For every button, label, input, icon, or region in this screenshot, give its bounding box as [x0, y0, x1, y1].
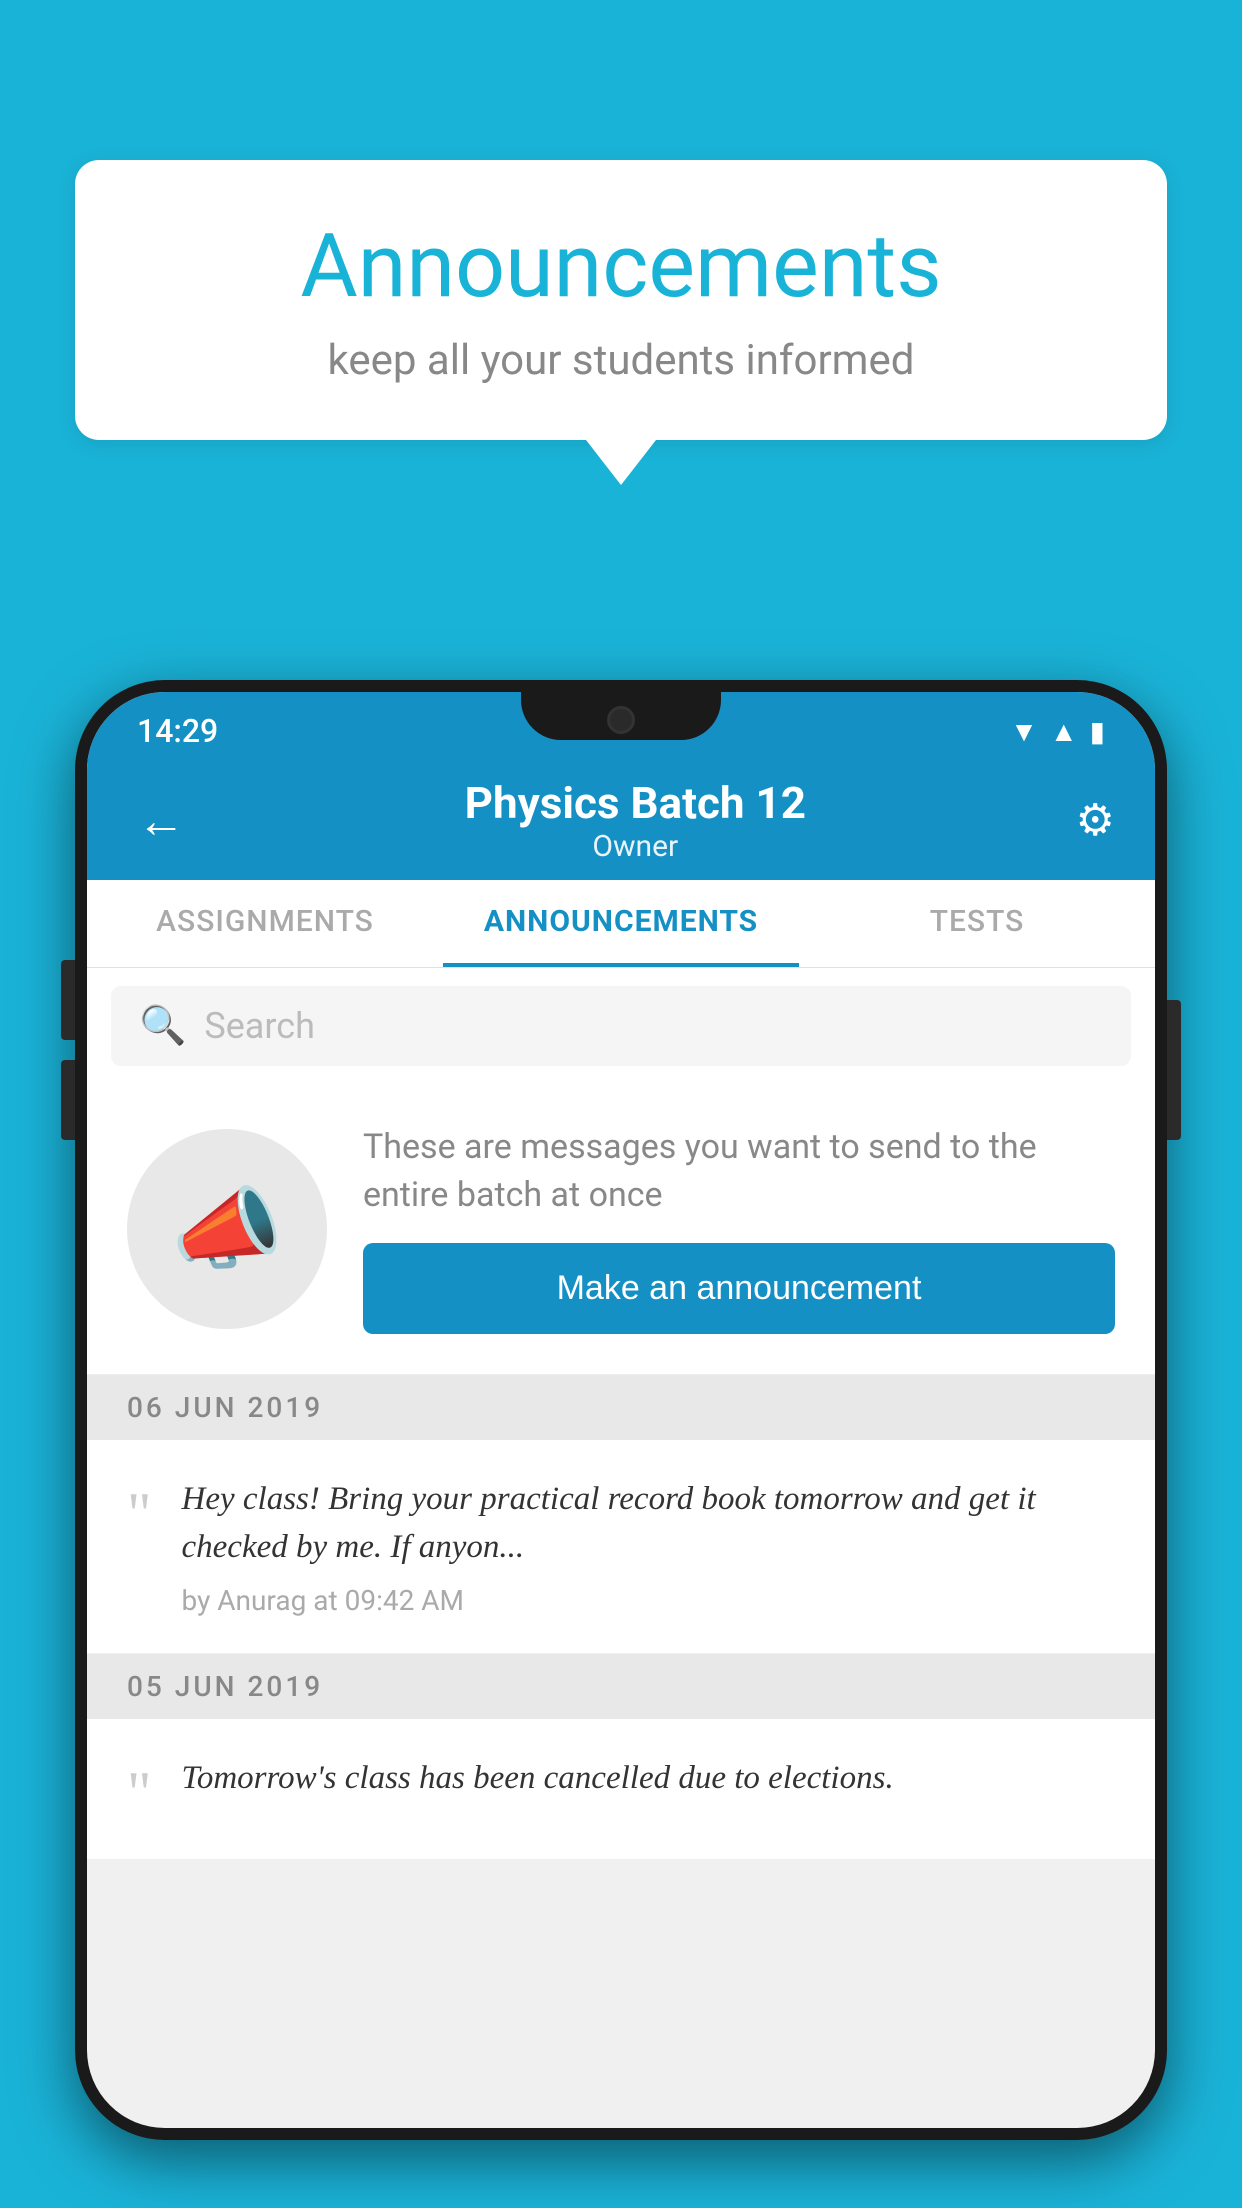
date-separator-2: 05 JUN 2019: [87, 1654, 1155, 1719]
speech-bubble: Announcements keep all your students inf…: [75, 160, 1167, 440]
phone-side-vol-down: [61, 1060, 75, 1140]
phone-screen: 14:29 ▼ ▲ ▮ ← Physics Batch 12 Owner ⚙: [87, 692, 1155, 2128]
announcement-prompt: 📣 These are messages you want to send to…: [87, 1084, 1155, 1375]
quote-icon-1: ": [127, 1484, 152, 1544]
phone-camera: [607, 706, 635, 734]
speech-bubble-tail: [586, 440, 656, 485]
status-icons: ▼ ▲ ▮: [1010, 715, 1105, 748]
status-time: 14:29: [137, 712, 218, 750]
date-text-2: 05 JUN 2019: [127, 1670, 323, 1703]
announcement-text-2: Tomorrow's class has been cancelled due …: [182, 1755, 1116, 1803]
phone-notch: [521, 692, 721, 740]
date-separator-1: 06 JUN 2019: [87, 1375, 1155, 1440]
tab-announcements[interactable]: ANNOUNCEMENTS: [443, 880, 799, 967]
megaphone-icon: 📣: [171, 1177, 283, 1282]
announcement-item-1[interactable]: " Hey class! Bring your practical record…: [87, 1440, 1155, 1654]
app-bar: ← Physics Batch 12 Owner ⚙: [87, 760, 1155, 880]
phone-container: 14:29 ▼ ▲ ▮ ← Physics Batch 12 Owner ⚙: [75, 680, 1167, 2208]
settings-button[interactable]: ⚙: [1076, 794, 1115, 846]
search-icon: 🔍: [139, 1004, 186, 1048]
phone-frame: 14:29 ▼ ▲ ▮ ← Physics Batch 12 Owner ⚙: [75, 680, 1167, 2140]
phone-side-vol-up: [61, 960, 75, 1040]
back-button[interactable]: ←: [127, 782, 195, 859]
app-bar-subtitle: Owner: [195, 829, 1076, 864]
phone-side-power: [1167, 1000, 1181, 1140]
announcement-meta-1: by Anurag at 09:42 AM: [182, 1584, 1116, 1617]
quote-icon-2: ": [127, 1763, 152, 1823]
announcement-text-1: Hey class! Bring your practical record b…: [182, 1476, 1116, 1572]
tabs-bar: ASSIGNMENTS ANNOUNCEMENTS TESTS: [87, 880, 1155, 968]
tab-assignments[interactable]: ASSIGNMENTS: [87, 880, 443, 967]
bubble-subtitle: keep all your students informed: [135, 336, 1107, 385]
search-input-wrapper[interactable]: 🔍 Search: [111, 986, 1131, 1066]
announcement-prompt-right: These are messages you want to send to t…: [363, 1124, 1115, 1334]
announcement-content-1: Hey class! Bring your practical record b…: [182, 1476, 1116, 1617]
app-bar-center: Physics Batch 12 Owner: [195, 777, 1076, 864]
speech-bubble-container: Announcements keep all your students inf…: [75, 160, 1167, 485]
wifi-icon: ▼: [1010, 715, 1038, 748]
search-container: 🔍 Search: [87, 968, 1155, 1084]
bubble-title: Announcements: [135, 215, 1107, 318]
make-announcement-button[interactable]: Make an announcement: [363, 1243, 1115, 1334]
battery-icon: ▮: [1090, 715, 1105, 748]
date-text-1: 06 JUN 2019: [127, 1391, 323, 1424]
search-input[interactable]: Search: [204, 1005, 315, 1047]
announcement-item-2[interactable]: " Tomorrow's class has been cancelled du…: [87, 1719, 1155, 1859]
megaphone-circle: 📣: [127, 1129, 327, 1329]
prompt-description: These are messages you want to send to t…: [363, 1124, 1115, 1219]
announcement-content-2: Tomorrow's class has been cancelled due …: [182, 1755, 1116, 1803]
app-bar-title: Physics Batch 12: [195, 777, 1076, 829]
tab-tests[interactable]: TESTS: [799, 880, 1155, 967]
signal-icon: ▲: [1050, 715, 1078, 748]
